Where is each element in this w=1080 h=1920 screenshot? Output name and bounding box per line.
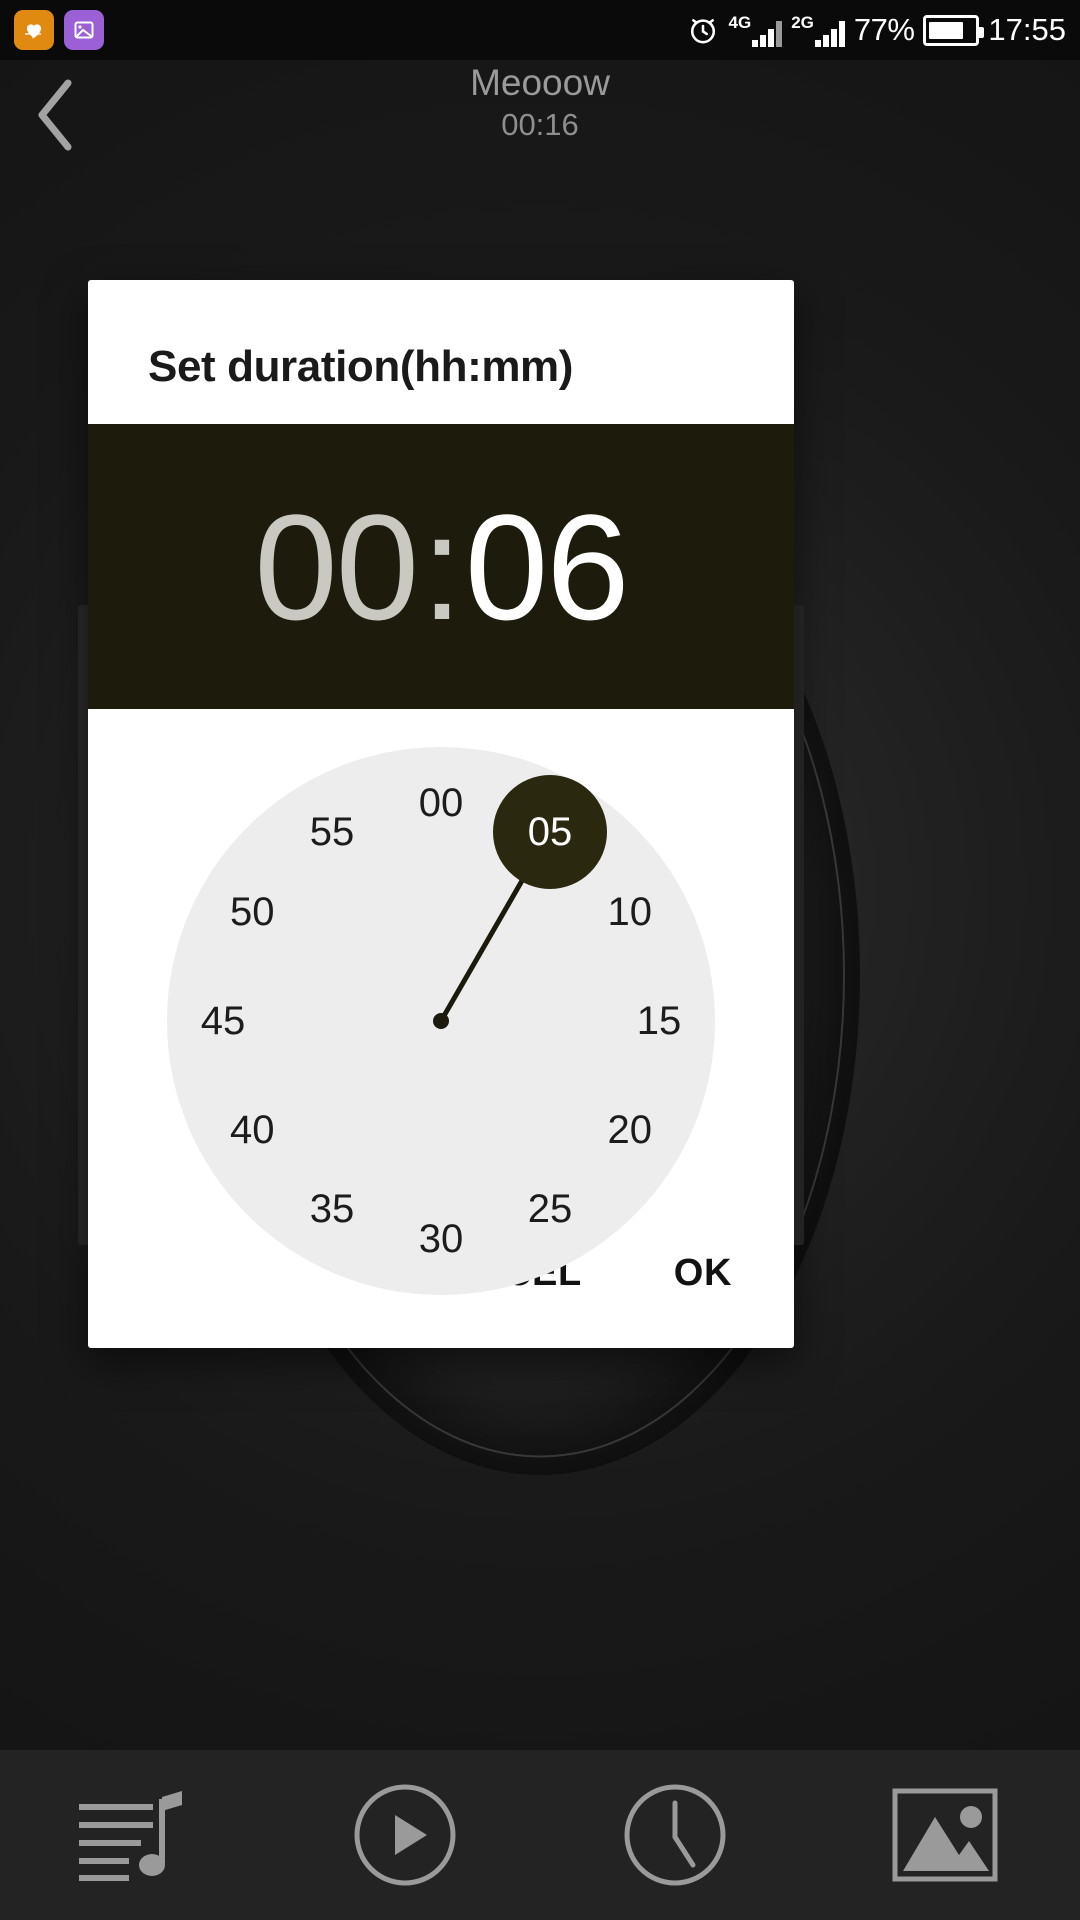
clock-number-20[interactable]: 20 xyxy=(590,1105,670,1155)
sim1-signal-bars xyxy=(752,21,783,47)
sim1-network-label: 4G xyxy=(728,13,752,32)
nav-play-button[interactable] xyxy=(270,1750,540,1920)
dialog-title: Set duration(hh:mm) xyxy=(148,342,574,391)
sim2-signal-bars xyxy=(814,21,845,47)
clock-timer-icon xyxy=(624,1784,726,1886)
time-separator: : xyxy=(421,482,463,651)
back-button[interactable] xyxy=(0,60,110,170)
clock-number-10[interactable]: 10 xyxy=(590,887,670,937)
time-display: 00 : 06 xyxy=(88,424,794,709)
status-indicators: 4G 2G 77% 17:55 xyxy=(686,12,1066,48)
gallery-app-icon xyxy=(64,10,104,50)
clock-number-00[interactable]: 00 xyxy=(401,778,481,828)
clock-picker[interactable]: 05 000510152025303540455055 xyxy=(88,709,794,1295)
phone-screen: 4G 2G 77% 17:55 Meooow 00:16 Set duratio… xyxy=(0,0,1080,1920)
image-gallery-icon xyxy=(892,1788,998,1882)
alarm-clock-icon xyxy=(690,19,715,44)
sim2-signal: 2G xyxy=(791,13,845,47)
nav-timer-button[interactable] xyxy=(540,1750,810,1920)
status-bar: 4G 2G 77% 17:55 xyxy=(0,0,1080,60)
app-header xyxy=(0,60,1080,170)
clock-number-35[interactable]: 35 xyxy=(292,1185,372,1235)
clock-face[interactable]: 05 000510152025303540455055 xyxy=(167,747,715,1295)
clock-number-50[interactable]: 50 xyxy=(212,887,292,937)
clock-number-25[interactable]: 25 xyxy=(510,1185,590,1235)
hours-value[interactable]: 00 xyxy=(254,492,419,642)
battery-percent-label: 77% xyxy=(853,12,915,47)
sim2-network-label: 2G xyxy=(791,13,814,32)
minutes-value[interactable]: 06 xyxy=(465,492,630,642)
clock-number-45[interactable]: 45 xyxy=(183,996,263,1046)
clock-number-30[interactable]: 30 xyxy=(401,1214,481,1264)
status-bar-clock: 17:55 xyxy=(988,12,1066,47)
bottom-navigation-bar xyxy=(0,1750,1080,1920)
sim1-signal: 4G xyxy=(729,13,783,47)
playlist-music-icon xyxy=(79,1791,182,1881)
back-chevron-icon xyxy=(38,79,72,151)
clock-number-40[interactable]: 40 xyxy=(212,1105,292,1155)
clock-number-15[interactable]: 15 xyxy=(619,996,699,1046)
battery-icon xyxy=(923,14,985,46)
nav-gallery-button[interactable] xyxy=(810,1750,1080,1920)
set-duration-dialog: Set duration(hh:mm) 00 : 06 05 000510152… xyxy=(88,280,794,1348)
nav-playlist-button[interactable] xyxy=(0,1750,270,1920)
play-circle-icon xyxy=(354,1784,456,1886)
clock-number-55[interactable]: 55 xyxy=(292,807,372,857)
clock-selected-value[interactable]: 05 xyxy=(493,775,607,890)
health-app-icon xyxy=(14,10,54,50)
